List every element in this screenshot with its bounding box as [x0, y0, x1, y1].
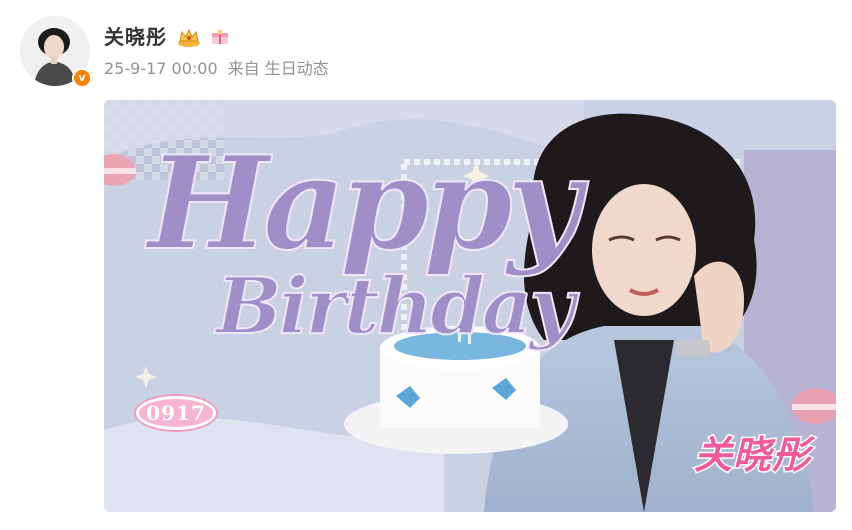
gift-icon[interactable] [211, 29, 229, 45]
username-link[interactable]: 关晓彤 [104, 27, 167, 47]
verified-v-icon: v [74, 70, 90, 86]
post-meta: 25-9-17 00:00 来自 生日动态 [104, 58, 329, 80]
avatar-container[interactable]: v [20, 16, 92, 88]
verified-badge: v [72, 68, 92, 88]
post-timestamp[interactable]: 25-9-17 00:00 [104, 59, 218, 78]
source-prefix: 来自 [227, 59, 260, 78]
post-image[interactable]: Happy Birthday 0917 关晓彤 [104, 100, 836, 512]
crown-icon[interactable] [177, 27, 201, 47]
post-header: 关晓彤 [104, 22, 229, 52]
post-source[interactable]: 生日动态 [265, 59, 329, 78]
